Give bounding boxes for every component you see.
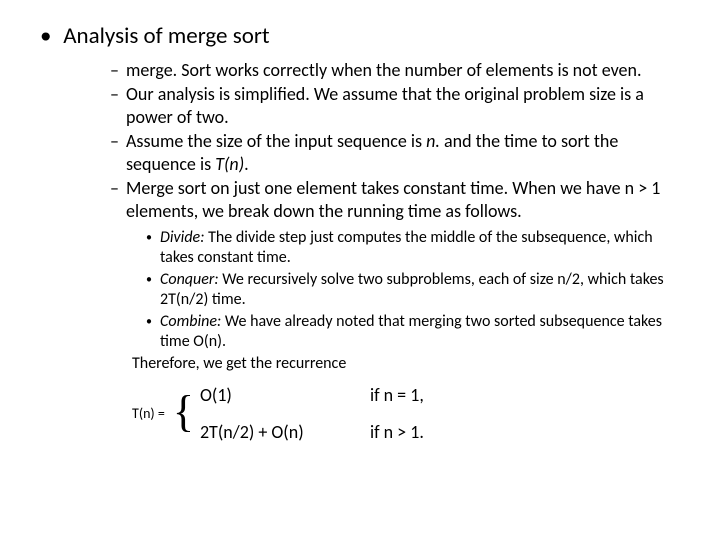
list-item: Divide: The divide step just computes th… bbox=[146, 228, 680, 268]
list-item: Our analysis is simplified. We assume th… bbox=[110, 83, 680, 128]
text: Our analysis is simplified. We assume th… bbox=[126, 83, 644, 128]
bullet-dot-icon: • bbox=[40, 22, 58, 51]
list-lvl2: merge. Sort works correctly when the num… bbox=[110, 59, 680, 223]
case-cond: if n > 1. bbox=[370, 421, 490, 444]
case-cond: if n = 1, bbox=[370, 384, 490, 407]
text-italic: n. bbox=[426, 130, 440, 152]
therefore-line: Therefore, we get the recurrence bbox=[132, 354, 680, 374]
text: works correctly when the number of eleme… bbox=[215, 59, 641, 81]
brace-icon: { bbox=[173, 390, 194, 434]
list-item: Combine: We have already noted that merg… bbox=[146, 312, 680, 352]
recurrence-cases: O(1) if n = 1, 2T(n/2) + O(n) if n > 1. bbox=[200, 384, 490, 443]
case-expr: 2T(n/2) + O(n) bbox=[200, 421, 350, 444]
text: We recursively solve two subproblems, ea… bbox=[160, 270, 664, 309]
heading-text: Analysis of merge sort bbox=[63, 22, 269, 50]
list-item: merge. Sort works correctly when the num… bbox=[110, 59, 680, 82]
text-italic: Divide: bbox=[160, 228, 204, 247]
text: . bbox=[244, 153, 249, 175]
heading-lvl1: • Analysis of merge sort bbox=[58, 22, 680, 51]
text: Assume the size of the input sequence is bbox=[126, 130, 426, 152]
slide: • Analysis of merge sort merge. Sort wor… bbox=[0, 0, 720, 463]
recurrence-block: T(n) = { O(1) if n = 1, 2T(n/2) + O(n) i… bbox=[132, 384, 680, 443]
case-expr: O(1) bbox=[200, 384, 350, 407]
list-item: Merge sort on just one element takes con… bbox=[110, 177, 680, 222]
text: We have already noted that merging two s… bbox=[160, 312, 662, 351]
text: Therefore, we get the recurrence bbox=[132, 354, 346, 373]
list-item: Conquer: We recursively solve two subpro… bbox=[146, 270, 680, 310]
list-lvl3: Divide: The divide step just computes th… bbox=[146, 228, 680, 352]
list-item: Assume the size of the input sequence is… bbox=[110, 130, 680, 175]
text: merge. Sort bbox=[126, 59, 215, 81]
text: The divide step just computes the middle… bbox=[160, 228, 653, 267]
text: Merge sort on just one element takes con… bbox=[126, 177, 660, 222]
recurrence-lhs: T(n) = bbox=[132, 405, 165, 423]
text-italic: T(n) bbox=[215, 153, 244, 175]
text-italic: Conquer: bbox=[160, 270, 219, 289]
text-italic: Combine: bbox=[160, 312, 221, 331]
